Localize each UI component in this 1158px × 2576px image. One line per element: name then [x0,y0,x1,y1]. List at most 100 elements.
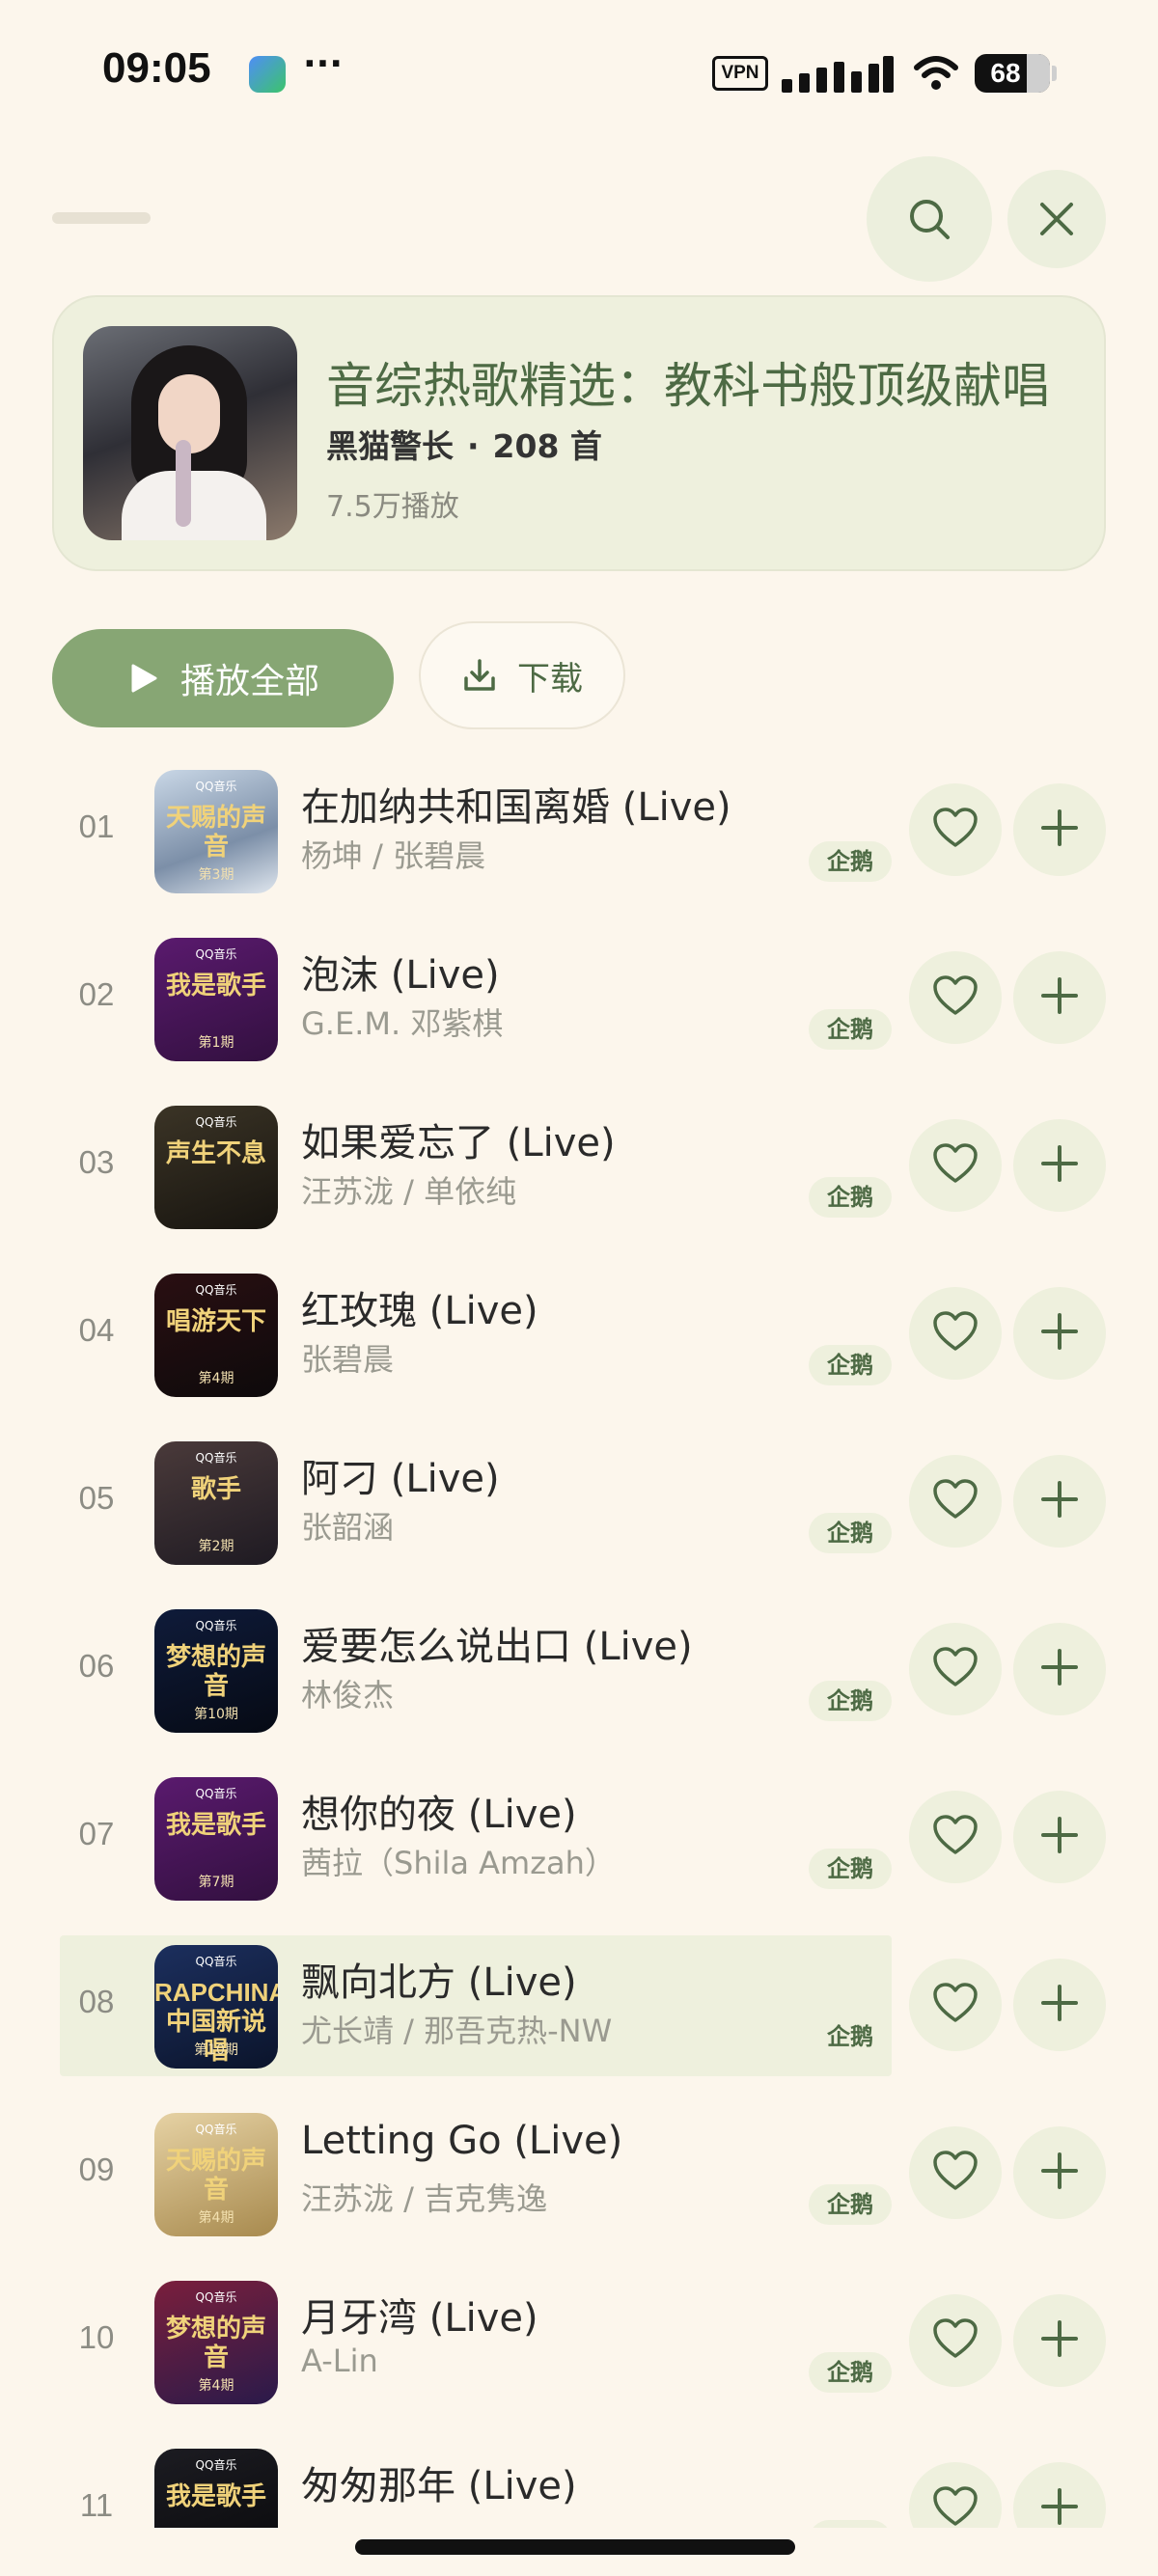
cover-episode: 第1期 [198,1035,234,1051]
like-button[interactable] [909,783,1002,876]
playlist-cover [83,326,297,540]
source-badge: 企鹅 [809,1849,892,1889]
song-artist: 汪苏泷 / 吉克隽逸 [301,2180,548,2217]
cover-episode: 第4期 [198,1371,234,1386]
status-time: 09:05 [102,44,211,92]
add-to-list-button[interactable] [1013,2294,1106,2387]
like-button[interactable] [909,1287,1002,1380]
add-to-list-button[interactable] [1013,1959,1106,2051]
home-indicator[interactable] [355,2539,795,2555]
heart-icon [932,1982,979,2028]
song-cover: QQ音乐 天赐的声音 第4期 [154,2113,278,2236]
search-button[interactable] [867,156,992,282]
add-to-list-button[interactable] [1013,1791,1106,1883]
heart-icon [932,2150,979,2196]
add-to-list-button[interactable] [1013,1623,1106,1715]
song-cover: QQ音乐 我是歌手 第1期 [154,938,278,1061]
song-row[interactable]: 05 QQ音乐 歌手 第2期 阿刁 (Live) 张韶涵 企鹅 [0,1432,1158,1576]
song-title: 爱要怎么说出口 (Live) [301,1625,693,1669]
like-button[interactable] [909,1959,1002,2051]
like-button[interactable] [909,2294,1002,2387]
playlist-song-count: 208 首 [492,427,602,465]
cover-text: 我是歌手 [165,2481,266,2510]
cover-text: 歌手 [190,1474,241,1503]
add-to-list-button[interactable] [1013,1119,1106,1212]
close-button[interactable] [1007,170,1106,268]
plus-icon [1039,2486,1080,2531]
plus-icon [1039,2318,1080,2363]
qq-music-logo: QQ音乐 [195,1283,237,1297]
playlist-header-card[interactable]: 音综热歌精选：教科书般顶级献唱 黑猫警长 · 208 首 7.5万播放 [52,295,1106,571]
battery-tip [1052,66,1057,81]
song-artist: A-Lin [301,2343,378,2379]
song-artist: 尤长靖 / 那吾克热-NW [301,2013,613,2049]
song-row[interactable]: 03 QQ音乐 声生不息 如果爱忘了 (Live) 汪苏泷 / 单依纯 企鹅 [0,1096,1158,1241]
close-icon [1040,203,1073,235]
add-to-list-button[interactable] [1013,783,1106,876]
song-cover: QQ音乐 梦想的声音 第4期 [154,2281,278,2404]
source-badge: 企鹅 [809,1513,892,1553]
qq-music-logo: QQ音乐 [195,780,237,793]
song-row[interactable]: 10 QQ音乐 梦想的声音 第4期 月牙湾 (Live) A-Lin 企鹅 [0,2271,1158,2416]
playlist-creator[interactable]: 黑猫警长 [326,427,454,465]
plus-icon [1039,808,1080,852]
like-button[interactable] [909,2126,1002,2219]
like-button[interactable] [909,1119,1002,1212]
song-index: 11 [79,2487,114,2523]
add-to-list-button[interactable] [1013,1455,1106,1548]
play-icon [131,664,157,693]
heart-icon [932,1478,979,1524]
vpn-icon: VPN [712,56,768,91]
source-badge: 企鹅 [809,2016,892,2057]
song-artist: 茜拉（Shila Amzah） [301,1845,616,1881]
plus-icon [1039,1815,1080,1859]
like-button[interactable] [909,951,1002,1044]
song-title: 匆匆那年 (Live) [301,2464,577,2508]
signal-icon [782,54,894,93]
cover-text: 唱游天下 [165,1306,266,1335]
song-row[interactable]: 06 QQ音乐 梦想的声音 第10期 爱要怎么说出口 (Live) 林俊杰 企鹅 [0,1600,1158,1744]
source-badge: 企鹅 [809,841,892,882]
song-row[interactable]: 08 QQ音乐 RAPCHINA 中国新说唱 第10期 飘向北方 (Live) 尤长靖 /… [0,1935,1158,2080]
song-title: 在加纳共和国离婚 (Live) [301,785,731,830]
download-button[interactable]: 下载 [419,621,625,729]
cover-episode: 第3期 [198,867,234,883]
song-row[interactable]: 07 QQ音乐 我是歌手 第7期 想你的夜 (Live) 茜拉（Shila Amzah）企… [0,1768,1158,1912]
add-to-list-button[interactable] [1013,951,1106,1044]
meta-separator: · [467,427,480,465]
song-title: 如果爱忘了 (Live) [301,1121,616,1165]
song-index: 10 [78,2319,115,2355]
heart-icon [932,2485,979,2532]
plus-icon [1039,1311,1080,1356]
like-button[interactable] [909,1791,1002,1883]
plus-icon [1039,2151,1080,2195]
add-to-list-button[interactable] [1013,2126,1106,2219]
sheet-drag-handle[interactable] [52,212,151,224]
qq-music-logo: QQ音乐 [195,1619,237,1632]
play-all-button[interactable]: 播放全部 [52,629,394,727]
song-row[interactable]: 04 QQ音乐 唱游天下 第4期 红玫瑰 (Live) 张碧晨 企鹅 [0,1264,1158,1409]
song-title: Letting Go (Live) [301,2119,623,2163]
song-index: 02 [78,976,115,1012]
heart-icon [932,1646,979,1692]
song-cover: QQ音乐 我是歌手 第7期 [154,1777,278,1901]
play-all-label: 播放全部 [179,662,319,701]
plus-icon [1039,1479,1080,1523]
cover-text: 声生不息 [165,1138,266,1167]
song-artist: 林俊杰 [301,1677,395,1713]
like-button[interactable] [909,1455,1002,1548]
song-row[interactable]: 09 QQ音乐 天赐的声音 第4期 Letting Go (Live) 汪苏泷 / 吉克隽… [0,2103,1158,2248]
playlist-meta: 黑猫警长 · 208 首 [326,421,602,467]
song-row[interactable]: 02 QQ音乐 我是歌手 第1期 泡沫 (Live) G.E.M. 邓紫棋 企鹅 [0,928,1158,1073]
plus-icon [1039,1143,1080,1188]
like-button[interactable] [909,1623,1002,1715]
song-artist: 汪苏泷 / 单依纯 [301,1173,517,1210]
song-row[interactable]: 01 QQ音乐 天赐的声音 第3期 在加纳共和国离婚 (Live) 杨坤 / 张碧晨 企鹅 [0,760,1158,905]
battery-level: 68 [990,58,1021,88]
plus-icon [1039,1647,1080,1691]
cover-text: 天赐的声音 [165,2146,266,2204]
song-index: 09 [78,2151,115,2187]
heart-icon [932,1310,979,1357]
add-to-list-button[interactable] [1013,1287,1106,1380]
song-index: 06 [78,1648,115,1684]
